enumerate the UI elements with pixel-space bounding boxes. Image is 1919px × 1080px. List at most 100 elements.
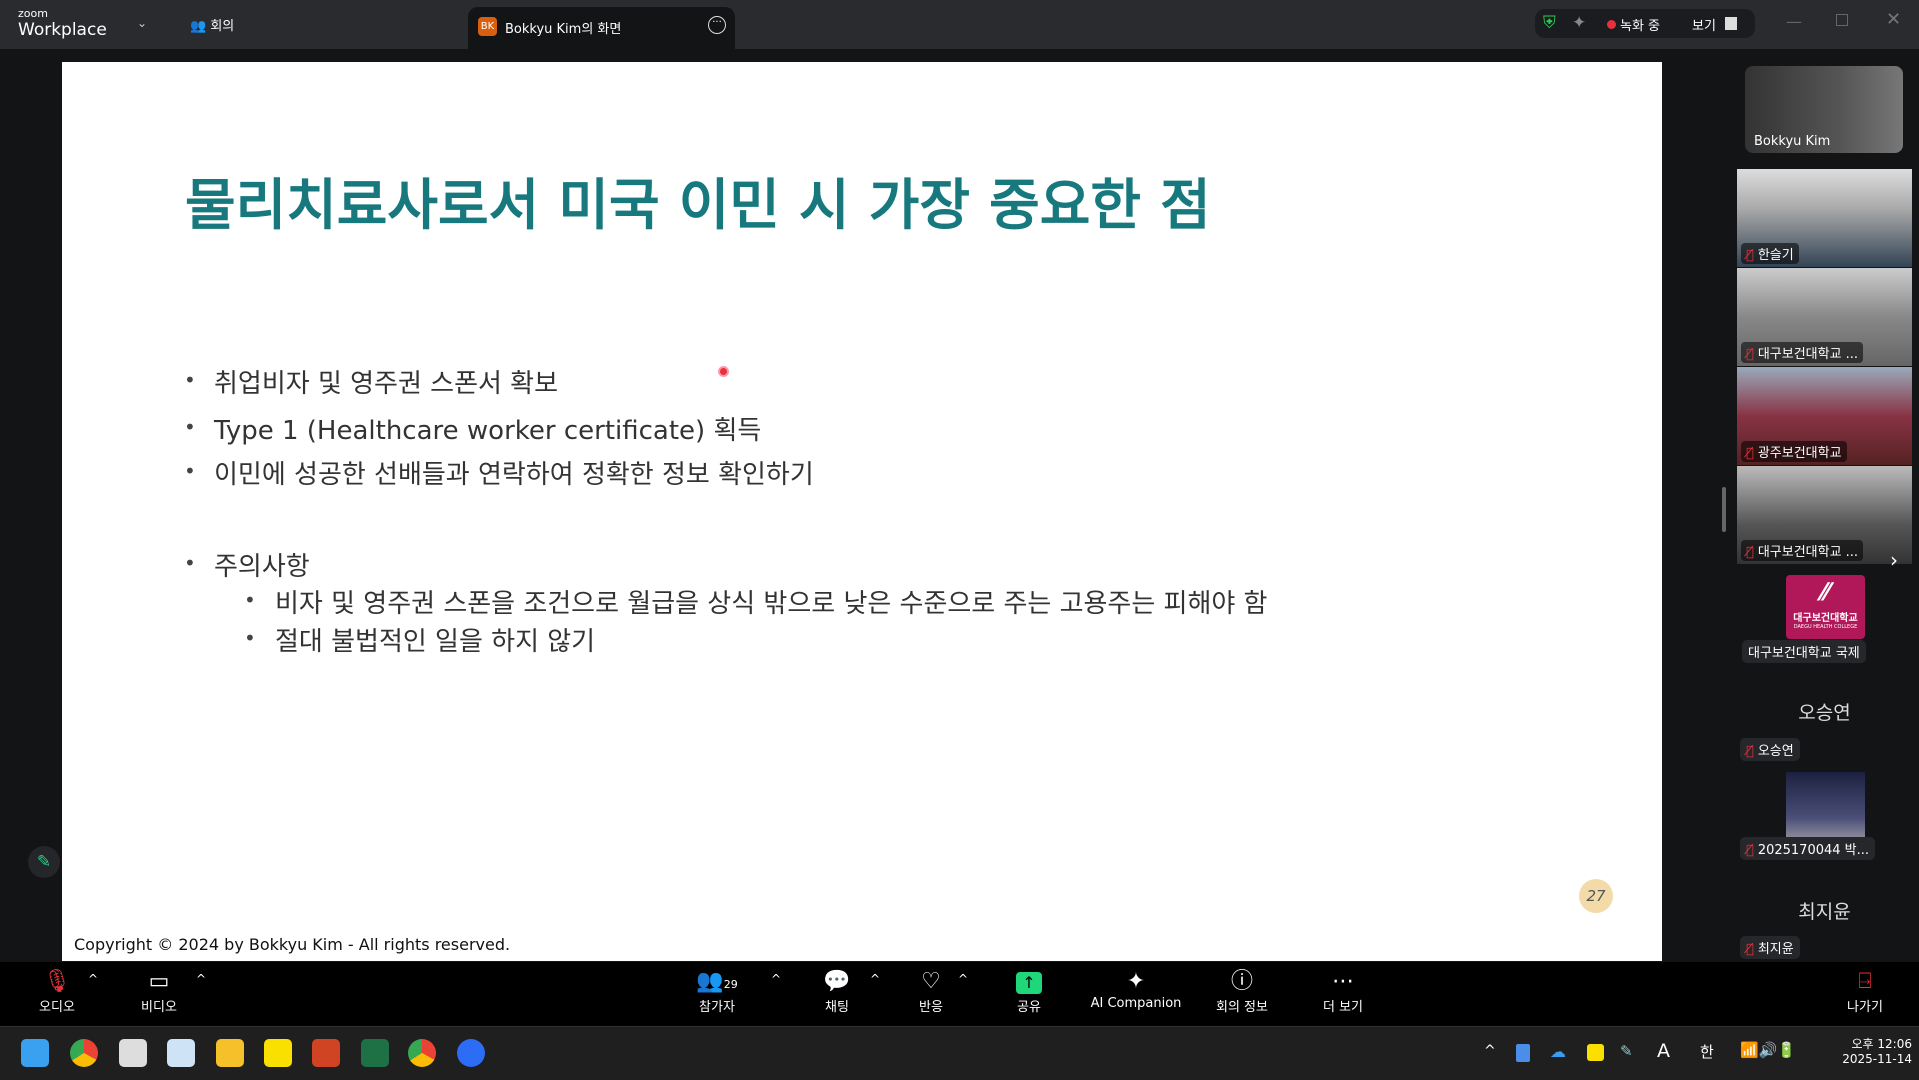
college-logo: ⁄⁄ 대구보건대학교 DAEGU HEALTH COLLEGE	[1786, 575, 1865, 639]
clock[interactable]: 오후 12:06 2025-11-14	[1832, 1035, 1912, 1066]
sub-bullet-icon: •	[244, 626, 256, 650]
excel-icon[interactable]	[361, 1039, 389, 1067]
participant-name: 대구보건대학교 ...	[1757, 545, 1859, 560]
file-explorer-icon[interactable]	[216, 1039, 244, 1067]
chrome-icon[interactable]	[408, 1039, 436, 1067]
pen-tray-icon[interactable]: ✎	[1620, 1042, 1633, 1060]
participant-name: 대구보건대학교 국제	[1742, 640, 1866, 663]
leave-button[interactable]: ⍈ 나가기	[1810, 968, 1919, 1015]
participant-video[interactable]: 🎙̸ 광주보건대학교	[1737, 367, 1912, 465]
people-icon: 👥	[190, 19, 211, 34]
shield-icon[interactable]: ⛨	[1543, 13, 1556, 33]
participants-chevron-icon[interactable]: ^	[771, 972, 781, 986]
title-bar: zoom Workplace ⌄ 👥 회의 BK Bokkyu Kim의 화면 …	[0, 0, 1919, 49]
app-icon[interactable]	[167, 1039, 195, 1067]
status-pill: ⛨ ✦ 녹화 중 보기	[1535, 9, 1755, 38]
panel-resize-handle[interactable]	[1722, 487, 1726, 532]
bullet-icon: •	[184, 551, 196, 575]
mic-muted-icon: 🎙̸	[1746, 347, 1754, 362]
participant-name-label: 🎙̸ 최지윤	[1740, 936, 1800, 959]
zoom-logo: Workplace	[18, 20, 107, 40]
mic-muted-icon: 🎙̸	[1746, 446, 1754, 461]
wifi-volume-battery-icon[interactable]: 📶🔊🔋	[1740, 1041, 1796, 1059]
sub-bullet-text: 절대 불법적인 일을 하지 않기	[275, 627, 596, 657]
korean-ime-icon[interactable]: 한	[1700, 1041, 1714, 1062]
laser-pointer	[718, 366, 729, 377]
zoom-logo-small: zoom	[18, 7, 48, 20]
layout-icon[interactable]	[1725, 17, 1737, 30]
exit-door-icon: ⍈	[1858, 969, 1872, 994]
snipping-tool-icon[interactable]	[119, 1039, 147, 1067]
bullet-icon: •	[184, 459, 196, 483]
zoom-icon[interactable]	[457, 1039, 485, 1067]
participant-name: 대구보건대학교 ...	[1757, 347, 1859, 362]
participant-name: 광주보건대학교	[1757, 446, 1842, 461]
reactions-button[interactable]: ♡ 반응	[876, 968, 986, 1015]
participant-video[interactable]: 🎙̸ 대구보건대학교 ...	[1737, 268, 1912, 366]
bullet-text: 이민에 성공한 선배들과 연락하여 정확한 정보 확인하기	[214, 460, 814, 490]
more-icon: ⋯	[1332, 969, 1354, 994]
meeting-info-button[interactable]: ⓘ 회의 정보	[1187, 968, 1297, 1015]
participant-video[interactable]: 🎙̸ 한슬기	[1737, 169, 1912, 267]
record-dot-icon	[1607, 20, 1616, 29]
tab-title: Bokkyu Kim의 화면	[505, 22, 622, 37]
mic-muted-icon: 🎙̸	[1746, 248, 1754, 263]
powerpoint-icon[interactable]	[312, 1039, 340, 1067]
close-icon[interactable]: ✕	[1886, 9, 1901, 30]
recording-status[interactable]: 녹화 중	[1620, 15, 1660, 34]
view-button[interactable]: 보기	[1692, 15, 1716, 34]
restore-icon[interactable]	[1836, 14, 1848, 26]
slide-title: 물리치료사로서 미국 이민 시 가장 중요한 점	[185, 173, 1211, 237]
speaker-name: Bokkyu Kim	[1754, 134, 1831, 149]
people-icon: 👥	[696, 969, 724, 994]
copyright: Copyright © 2024 by Bokkyu Kim - All rig…	[74, 935, 511, 954]
annotate-pen-icon[interactable]: ✎	[28, 846, 60, 878]
share-tab[interactable]: BK Bokkyu Kim의 화면 ···	[468, 7, 735, 49]
kakaotalk-icon[interactable]	[264, 1039, 292, 1067]
participants-button[interactable]: 👥29 참가자	[662, 968, 772, 1015]
heart-icon: ♡	[921, 969, 941, 994]
meeting-tab[interactable]: 👥 회의	[190, 15, 234, 34]
minimize-icon[interactable]: —	[1786, 12, 1802, 31]
sub-bullet-text: 비자 및 영주권 스폰을 조건으로 월급을 상식 밖으로 낮은 수준으로 주는 …	[275, 589, 1268, 619]
mic-muted-icon: 🎙̸	[1746, 843, 1754, 858]
reactions-chevron-icon[interactable]: ^	[958, 972, 968, 986]
participant-avatar-name: 오승연	[1798, 702, 1851, 724]
share-button[interactable]: ↑ 공유	[974, 968, 1084, 1015]
audio-options-chevron-icon[interactable]: ^	[88, 972, 98, 986]
shared-slide: 물리치료사로서 미국 이민 시 가장 중요한 점 • 취업비자 및 영주권 스폰…	[62, 62, 1662, 961]
more-button[interactable]: ⋯ 더 보기	[1288, 968, 1398, 1015]
sparkle-icon: ✦	[1126, 969, 1146, 994]
info-icon: ⓘ	[1230, 969, 1253, 994]
meeting-label: 회의	[210, 19, 235, 34]
tray-app-icon[interactable]	[1516, 1044, 1530, 1062]
sparkle-icon[interactable]: ✦	[1572, 13, 1586, 33]
chrome-icon[interactable]	[70, 1039, 98, 1067]
avatar: BK	[478, 17, 497, 36]
participant-profile-image	[1786, 772, 1865, 837]
page-number: 27	[1579, 879, 1613, 913]
kakaotalk-tray-icon[interactable]	[1587, 1044, 1604, 1061]
mic-muted-icon: 🎙̸	[1746, 744, 1754, 759]
bullet-icon: •	[184, 415, 196, 439]
chevron-down-icon[interactable]: ⌄	[137, 16, 147, 30]
sub-bullet-icon: •	[244, 588, 256, 612]
mic-muted-icon: 🎙̸	[1746, 545, 1754, 560]
bullet-text: 주의사항	[214, 552, 310, 582]
speaker-video[interactable]: Bokkyu Kim	[1745, 66, 1903, 153]
next-page-chevron-icon[interactable]: ›	[1890, 548, 1898, 572]
participant-avatar-name: 최지윤	[1798, 901, 1851, 923]
ai-companion-button[interactable]: ✦ AI Companion	[1076, 968, 1196, 1011]
ime-indicator[interactable]: A	[1657, 1040, 1670, 1062]
share-arrow-icon: ↑	[1016, 972, 1042, 994]
mic-muted-icon: 🎙̸	[1746, 942, 1754, 957]
bullet-text: 취업비자 및 영주권 스폰서 확보	[214, 369, 559, 399]
participant-name: 한슬기	[1757, 248, 1794, 263]
meeting-toolbar: 🎙 오디오 ^ ▭ 비디오 ^ 👥29 참가자 ^ 💬 채팅 ^ ♡ 반응 ^ ↑ 공유 ✦…	[0, 962, 1919, 1026]
participant-video[interactable]: 🎙̸ 대구보건대학교 ...	[1737, 466, 1912, 564]
onedrive-icon[interactable]: ☁	[1550, 1042, 1566, 1061]
video-options-chevron-icon[interactable]: ^	[196, 972, 206, 986]
windows-start-icon[interactable]	[21, 1039, 49, 1067]
more-icon[interactable]: ···	[708, 16, 726, 34]
tray-chevron-icon[interactable]: ^	[1484, 1043, 1496, 1059]
